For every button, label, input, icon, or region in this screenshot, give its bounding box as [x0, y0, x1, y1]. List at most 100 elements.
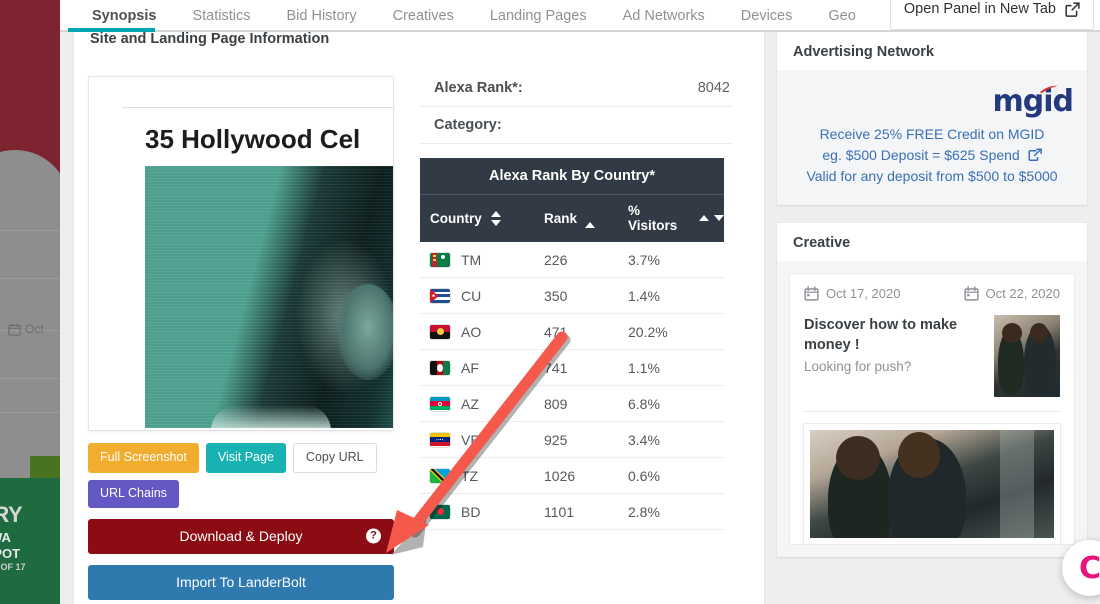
creative-text-block: Discover how to make money ! Looking for…: [804, 315, 982, 374]
creative-subtext: Looking for push?: [804, 359, 912, 374]
cell-rank: 1101: [544, 503, 575, 520]
country-code: AF: [461, 359, 479, 376]
creative-large-image[interactable]: [804, 424, 1060, 544]
rank-table-header: Country Rank % Visitors: [420, 194, 724, 242]
creative-end-date-text: Oct 22, 2020: [985, 286, 1060, 301]
cell-visitors: 1.4%: [628, 287, 660, 304]
tab-bar: Synopsis Statistics Bid History Creative…: [60, 0, 1100, 32]
background-hero-curve: [0, 150, 60, 240]
alexa-rank-row: Alexa Rank*: 8042: [420, 70, 732, 107]
advertising-network-card: Advertising Network mgid Receive 25% FRE…: [777, 32, 1087, 205]
sort-visitors-icon[interactable]: [699, 215, 724, 221]
screenshot-content: 35 Hollywood Cel: [115, 88, 393, 428]
mgid-offer-line-3: Valid for any deposit from $500 to $5000: [806, 168, 1058, 184]
advertising-network-heading: Advertising Network: [793, 44, 934, 60]
creative-start-date: Oct 17, 2020: [804, 286, 900, 301]
cell-rank: 925: [544, 431, 568, 448]
download-and-deploy-label: Download & Deploy: [179, 527, 303, 544]
table-row[interactable]: TM 226 3.7%: [420, 242, 724, 278]
background-footer-line3: KPOT: [0, 546, 21, 561]
cell-rank: 741: [544, 359, 568, 376]
table-row[interactable]: BD 1101 2.8%: [420, 494, 724, 530]
cell-visitors: 3.4%: [628, 431, 660, 448]
alexa-rank-by-country-table: Alexa Rank By Country* Country Rank % Vi…: [420, 158, 724, 530]
background-divider: [0, 378, 60, 379]
alexa-info-pane: Alexa Rank*: 8042 Category: Alexa Rank B…: [420, 54, 732, 600]
country-code: TZ: [461, 467, 479, 484]
flag-icon-afghanistan: [430, 360, 450, 375]
screenshot-divider: [122, 107, 393, 108]
column-header-visitors-label: % Visitors: [628, 203, 678, 233]
import-to-landerbolt-button[interactable]: Import To LanderBolt: [88, 564, 394, 601]
category-label: Category:: [434, 117, 502, 133]
background-divider: [0, 278, 60, 279]
creative-date-row: Oct 17, 2020 Oct 22, 2020: [804, 286, 1060, 315]
background-calendar-text: Oct: [25, 322, 44, 336]
sort-rank-icon[interactable]: [585, 208, 596, 228]
cell-visitors: 0.6%: [628, 467, 660, 484]
cell-rank: 350: [544, 287, 568, 304]
table-row[interactable]: AO 471 20.2%: [420, 314, 724, 350]
column-header-country[interactable]: Country: [420, 210, 544, 226]
background-footer-line1: RRY: [0, 502, 23, 527]
cell-country: AF: [420, 360, 544, 376]
column-header-rank[interactable]: Rank: [544, 208, 628, 228]
screenshot-headline: 35 Hollywood Cel: [145, 124, 361, 154]
full-screenshot-button[interactable]: Full Screenshot: [88, 443, 199, 473]
external-link-icon: [1028, 148, 1042, 161]
tab-devices[interactable]: Devices: [723, 0, 811, 32]
screenshot-shoulder: [211, 405, 331, 428]
open-panel-in-new-tab-button[interactable]: Open Panel in New Tab: [889, 0, 1094, 30]
table-row[interactable]: CU 350 1.4%: [420, 278, 724, 314]
tab-ad-networks[interactable]: Ad Networks: [605, 0, 723, 32]
copy-url-button[interactable]: Copy URL: [292, 443, 377, 473]
cell-rank: 226: [544, 251, 568, 268]
sort-country-icon[interactable]: [490, 210, 501, 226]
background-footer-line2: WA: [0, 530, 11, 545]
column-header-visitors[interactable]: % Visitors: [628, 203, 724, 233]
creative-item[interactable]: Oct 17, 2020 Oct 22, 2020 Discover how t…: [789, 273, 1075, 545]
mgid-offer-line-2[interactable]: eg. $500 Deposit = $625 Spend: [791, 145, 1073, 166]
cell-country: VE: [420, 432, 544, 448]
mgid-logo: mgid: [993, 84, 1074, 119]
table-row[interactable]: AF 741 1.1%: [420, 350, 724, 386]
tab-geo[interactable]: Geo: [810, 0, 873, 32]
flag-icon-venezuela: [430, 432, 450, 447]
category-row: Category:: [420, 107, 732, 144]
screenshot-face: [337, 284, 393, 380]
table-row[interactable]: VE 925 3.4%: [420, 422, 724, 458]
landing-page-screenshot[interactable]: 35 Hollywood Cel: [88, 76, 394, 431]
creative-heading: Creative: [793, 235, 851, 251]
tab-statistics[interactable]: Statistics: [174, 0, 268, 32]
external-link-icon: [1065, 1, 1080, 17]
creative-body: Oct 17, 2020 Oct 22, 2020 Discover how t…: [777, 261, 1087, 557]
tab-landing-pages[interactable]: Landing Pages: [472, 0, 605, 32]
column-header-rank-label: Rank: [544, 210, 578, 226]
rank-table-title: Alexa Rank By Country*: [420, 158, 724, 194]
creative-end-date: Oct 22, 2020: [963, 286, 1060, 301]
creative-content-row: Discover how to make money ! Looking for…: [804, 315, 1060, 411]
url-chains-button[interactable]: URL Chains: [88, 479, 179, 508]
table-row[interactable]: TZ 1026 0.6%: [420, 458, 724, 494]
table-row[interactable]: AZ 809 6.8%: [420, 386, 724, 422]
tab-creatives[interactable]: Creatives: [375, 0, 472, 32]
background-page-overlay: Oct B RRY WA KPOT UT OF 17: [0, 0, 60, 604]
visit-page-button[interactable]: Visit Page: [205, 443, 286, 473]
country-code: VE: [461, 431, 480, 448]
creative-thumbnail[interactable]: [994, 315, 1060, 397]
calendar-icon: [8, 323, 21, 336]
flag-icon-azerbaijan: [430, 396, 450, 411]
site-information-body: 35 Hollywood Cel Full Screenshot Visit P…: [74, 54, 764, 604]
flag-icon-turkmenistan: [430, 252, 450, 267]
rank-table-body: TM 226 3.7% CU 350 1.4% AO 471 20.2% AF 741 1.1% AZ 8…: [420, 242, 724, 530]
tab-list: Synopsis Statistics Bid History Creative…: [74, 0, 874, 32]
mgid-check-accent: [1040, 85, 1058, 94]
cell-visitors: 3.7%: [628, 251, 660, 268]
cell-visitors: 2.8%: [628, 503, 660, 520]
site-information-card: Site and Landing Page Information 35 Hol…: [74, 32, 764, 604]
background-divider: [0, 230, 60, 231]
tab-bid-history[interactable]: Bid History: [268, 0, 374, 32]
download-and-deploy-button[interactable]: Download & Deploy ?: [88, 518, 394, 554]
cell-country: CU: [420, 288, 544, 304]
help-icon[interactable]: ?: [366, 528, 381, 544]
